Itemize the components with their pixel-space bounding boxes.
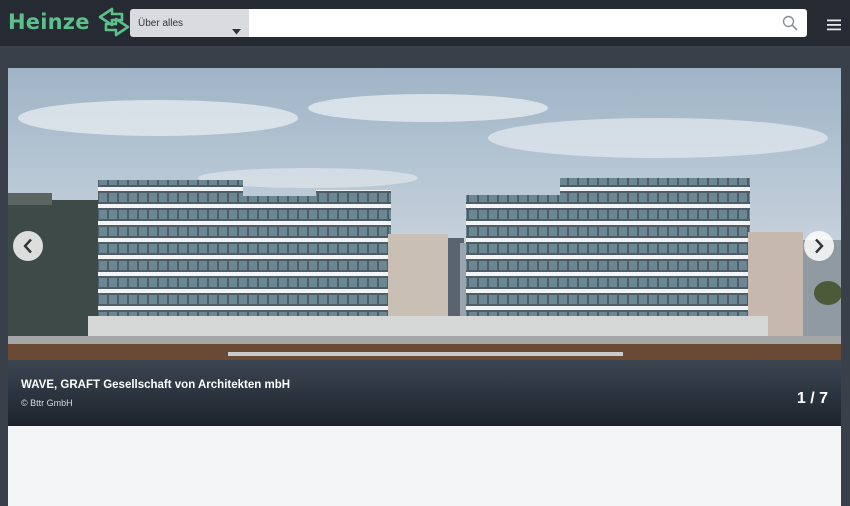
chevron-down-icon [232,20,241,39]
slide-credit: © Bttr GmbH [21,398,73,408]
search-scope-select[interactable]: Über alles [130,9,249,37]
logo-text: Heinze [8,10,90,34]
search-input[interactable] [249,9,779,37]
chevron-right-icon [815,238,824,254]
heinze-logo[interactable]: Heinze [8,6,132,38]
hamburger-menu-icon[interactable] [827,16,841,35]
search-scope-label: Über alles [138,17,184,29]
slide-caption: WAVE, GRAFT Gesellschaft von Architekten… [21,379,291,391]
heinze-logo-mark-icon [96,7,132,37]
search-box [249,9,807,37]
slide-photo [8,68,841,426]
slider-prev-button[interactable] [13,231,43,261]
content-panel [8,426,841,506]
image-slider[interactable]: WAVE, GRAFT Gesellschaft von Architekten… [8,68,841,426]
chevron-left-icon [23,238,32,254]
slider-next-button[interactable] [804,231,834,261]
slide-counter: 1 / 7 [796,390,828,407]
search-icon[interactable] [782,15,798,35]
top-bar: Heinze Über alles [0,0,850,46]
